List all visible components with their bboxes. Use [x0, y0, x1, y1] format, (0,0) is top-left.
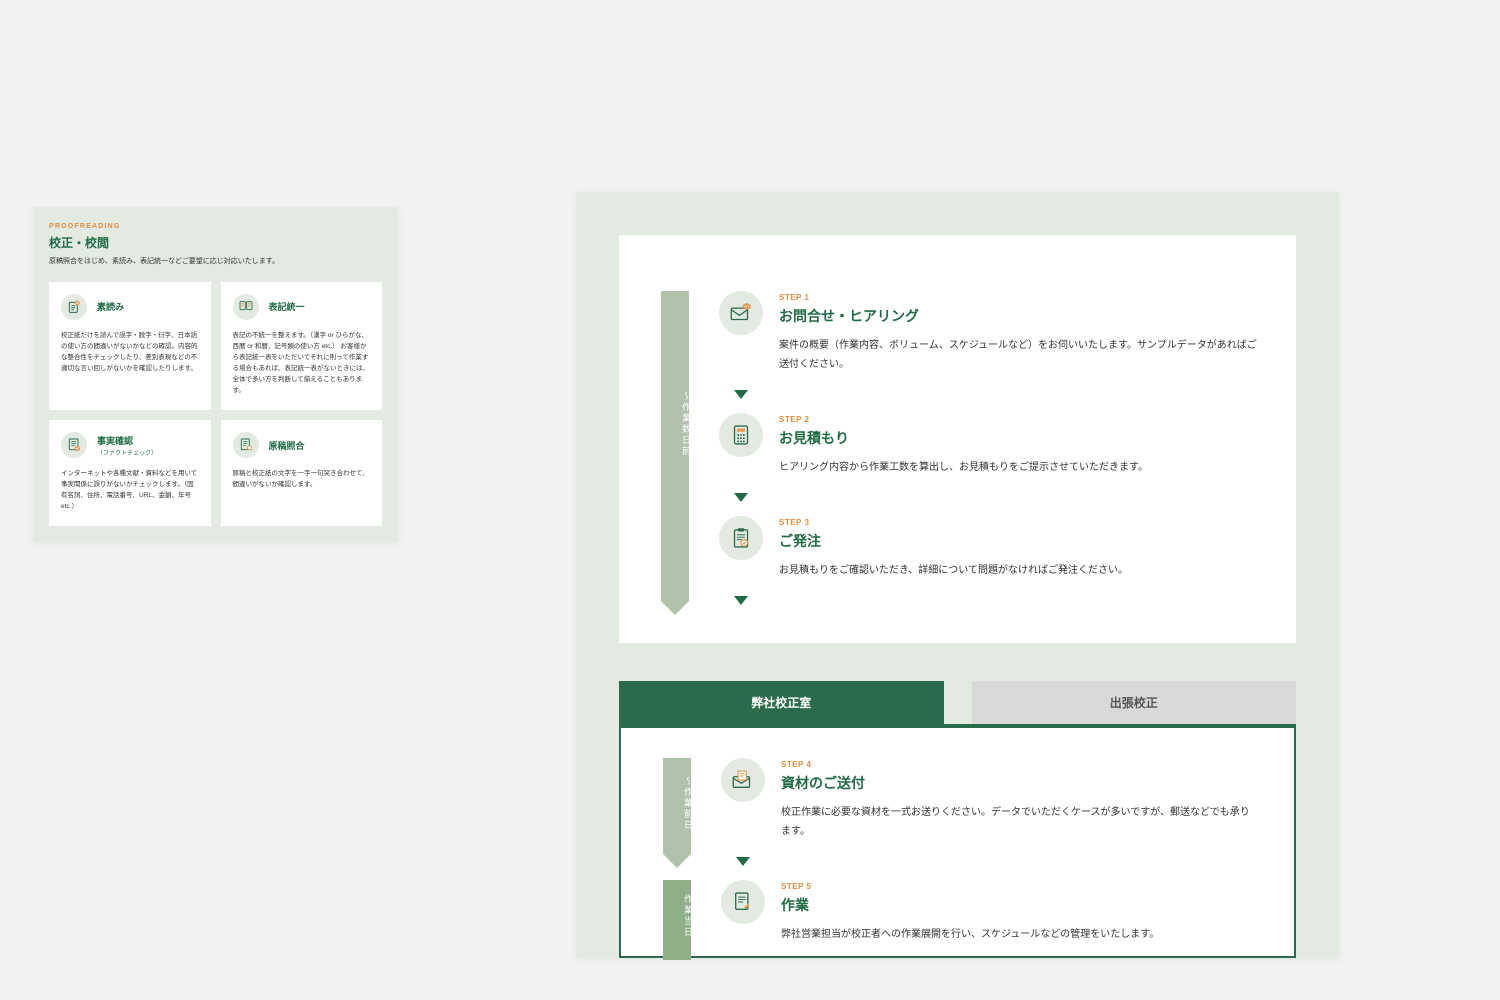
tab-onsite[interactable]: 出張校正 [972, 681, 1297, 724]
timeline-label: 作業当日 [667, 894, 695, 938]
step-title: お問合せ・ヒアリング [779, 306, 1258, 326]
card-title: 表記統一 [269, 300, 305, 313]
down-arrow-icon [719, 489, 763, 516]
step-1: STEP 1 お問合せ・ヒアリング 案件の概要（作業内容、ボリューム、スケジュー… [719, 291, 1258, 386]
card-desc: 校正紙だけを読んで誤字・脱字・衍字、日本語の使い方の間違いがないかなどの確認。内… [61, 330, 199, 374]
document-pen-icon [721, 880, 765, 924]
step-title: 資材のご送付 [781, 773, 1256, 793]
workflow-panel: 〜作業数日前 STEP 1 お問合せ・ヒアリング 案件の概要（作業内容、ボリュー… [576, 192, 1339, 958]
card-title: 素読み [97, 300, 124, 313]
document-speech-icon [61, 294, 87, 320]
section-title: 校正・校閲 [49, 234, 382, 251]
step-number: STEP 3 [779, 518, 1258, 527]
card-suyomi: 素読み 校正紙だけを読んで誤字・脱字・衍字、日本語の使い方の間違いがないかなどの… [49, 282, 211, 410]
eyebrow-label: PROOFREADING [49, 223, 382, 230]
step-title: ご発注 [779, 531, 1258, 551]
down-arrow-icon [719, 592, 763, 619]
step-number: STEP 4 [781, 760, 1256, 769]
card-desc: 表記の不統一を整えます。（漢字 or ひらがな、西暦 or 和暦、記号類の使い方… [233, 330, 371, 396]
calculator-icon [719, 413, 763, 457]
step-title: 作業 [781, 895, 1256, 915]
step-desc: ヒアリング内容から作業工数を算出し、お見積もりをご提示させていただきます。 [779, 458, 1258, 477]
card-desc: 原稿と校正紙の文字を一字一句突き合わせて、間違いがないか確認します。 [233, 468, 371, 490]
step-number: STEP 2 [779, 415, 1258, 424]
card-subtitle: （ファクトチェック） [97, 448, 157, 457]
step-number: STEP 5 [781, 882, 1256, 891]
step-desc: 弊社営業担当が校正者への作業展開を行い、スケジュールなどの管理をいたします。 [781, 925, 1256, 944]
step-3: STEP 3 ご発注 お見積もりをご確認いただき、詳細について問題がなければご発… [719, 516, 1258, 592]
clipboard-check-icon [719, 516, 763, 560]
step-list: STEP 1 お問合せ・ヒアリング 案件の概要（作業内容、ボリューム、スケジュー… [719, 291, 1258, 619]
card-title: 原稿照合 [269, 439, 305, 452]
card-grid: 素読み 校正紙だけを読んで誤字・脱字・衍字、日本語の使い方の間違いがないかなどの… [49, 282, 382, 526]
step-desc: 案件の概要（作業内容、ボリューム、スケジュールなど）をお伺いいたします。サンプル… [779, 336, 1258, 374]
envelope-document-icon [721, 758, 765, 802]
flow-section: 〜作業数日前 STEP 1 お問合せ・ヒアリング 案件の概要（作業内容、ボリュー… [619, 235, 1296, 643]
step-2: STEP 2 お見積もり ヒアリング内容から作業工数を算出し、お見積もりをご提示… [719, 413, 1258, 489]
proofreading-panel: PROOFREADING 校正・校閲 原稿照合をはじめ、素読み、表記統一などご要… [33, 207, 398, 542]
card-hyoki: 表記統一 表記の不統一を整えます。（漢字 or ひらがな、西暦 or 和暦、記号… [221, 282, 383, 410]
timeline-label: 〜作業前日 [667, 776, 695, 831]
tab-bar: 弊社校正室 出張校正 [619, 681, 1296, 724]
document-search-icon [233, 432, 259, 458]
down-arrow-icon [721, 853, 765, 880]
envelope-chat-icon [719, 291, 763, 335]
card-factcheck: 事実確認 （ファクトチェック） インターネットや各種文献・資料などを用いて事実関… [49, 420, 211, 526]
card-desc: インターネットや各種文献・資料などを用いて事実関係に誤りがないかチェックします。… [61, 468, 199, 512]
tab-inhouse[interactable]: 弊社校正室 [619, 681, 944, 724]
step-desc: お見積もりをご確認いただき、詳細について問題がなければご発注ください。 [779, 561, 1258, 580]
step-desc: 校正作業に必要な資材を一式お送りください。データでいただくケースが多いですが、郵… [781, 803, 1256, 841]
timeline-bar: 〜作業数日前 [657, 291, 693, 619]
step-5: STEP 5 作業 弊社営業担当が校正者への作業展開を行い、スケジュールなどの管… [721, 880, 1256, 956]
down-arrow-icon [719, 386, 763, 413]
step-number: STEP 1 [779, 293, 1258, 302]
card-title: 事実確認 [97, 434, 157, 447]
document-check-icon [61, 432, 87, 458]
timeline-label: 〜作業数日前 [665, 391, 693, 457]
documents-compare-icon [233, 294, 259, 320]
tab-content: 〜作業前日 作業当日 STEP 4 資材のご送付 校正作業に必要な資材を一式お送… [619, 724, 1296, 958]
step-4: STEP 4 資材のご送付 校正作業に必要な資材を一式お送りください。データでい… [721, 758, 1256, 853]
step-list-2: STEP 4 資材のご送付 校正作業に必要な資材を一式お送りください。データでい… [721, 758, 1256, 956]
section-lead: 原稿照合をはじめ、素読み、表記統一などご要望に応じ対応いたします。 [49, 256, 382, 268]
step-title: お見積もり [779, 428, 1258, 448]
card-genkou: 原稿照合 原稿と校正紙の文字を一字一句突き合わせて、間違いがないか確認します。 [221, 420, 383, 526]
timeline-bar-2: 〜作業前日 作業当日 [659, 758, 695, 956]
